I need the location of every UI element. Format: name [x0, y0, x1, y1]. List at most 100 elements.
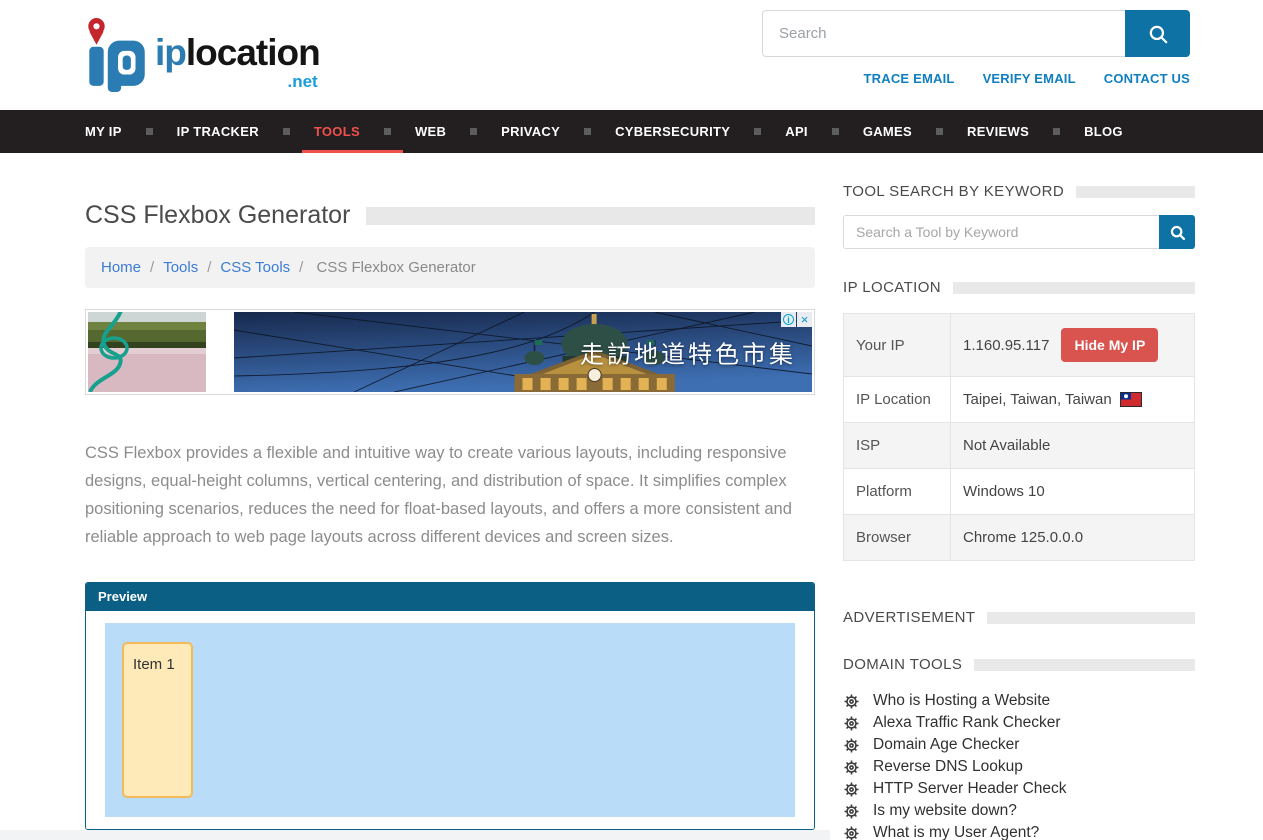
- domain-tool-label: HTTP Server Header Check: [873, 780, 1067, 798]
- sidebar: TOOL SEARCH BY KEYWORD IP LOCATION Your …: [843, 183, 1195, 840]
- platform-value: Windows 10: [951, 469, 1195, 515]
- nav-item-label: GAMES: [863, 124, 912, 139]
- nav-item[interactable]: BLOG: [1072, 110, 1135, 153]
- breadcrumb-pair: Home /: [101, 259, 163, 276]
- gear-icon: [843, 737, 860, 754]
- search-icon: [1147, 23, 1169, 45]
- logo-text: iplocation.net: [155, 32, 320, 74]
- breadcrumb: Home / Tools/CSS Tools / CSS Flexbox Genera…: [85, 247, 815, 288]
- heading-decoration-bar: [987, 612, 1195, 624]
- ad-caption: 走訪地道特色市集: [580, 335, 796, 370]
- ad-banner[interactable]: 走訪地道特色市集 i ×: [85, 309, 815, 395]
- domain-tool-label: Domain Age Checker: [873, 736, 1019, 754]
- ad-image-right: 走訪地道特色市集 i ×: [234, 312, 812, 392]
- advertisement-heading: ADVERTISEMENT: [843, 609, 1195, 626]
- nav-item-label: TOOLS: [314, 124, 360, 139]
- nav-item[interactable]: GAMES: [851, 110, 955, 153]
- nav-item-label: REVIEWS: [967, 124, 1029, 139]
- header-link[interactable]: VERIFY EMAIL: [983, 71, 1076, 86]
- breadcrumb-separator: /: [299, 259, 303, 276]
- table-row-isp: ISP Not Available: [844, 423, 1195, 469]
- search-icon: [1169, 224, 1186, 241]
- breadcrumb-link[interactable]: Tools: [163, 259, 198, 276]
- page-title: CSS Flexbox Generator: [85, 201, 350, 230]
- header-search: [762, 10, 1190, 57]
- nav-item[interactable]: API: [773, 110, 851, 153]
- breadcrumb-links: Home / Tools/CSS Tools /: [101, 259, 312, 276]
- isp-label: ISP: [844, 423, 951, 469]
- table-row-platform: Platform Windows 10: [844, 469, 1195, 515]
- nav-item[interactable]: WEB: [403, 110, 489, 153]
- ip-location-table: Your IP 1.160.95.117 Hide My IP IP Locati…: [843, 313, 1195, 561]
- breadcrumb-pair: Tools/: [163, 259, 220, 276]
- nav-list: MY IP IP TRACKER TOOLS WEB PRIVACY: [0, 110, 1263, 153]
- domain-tool-link[interactable]: Reverse DNS Lookup: [843, 756, 1195, 778]
- logo-text-ip: ip: [155, 32, 186, 73]
- nav-item[interactable]: CYBERSECURITY: [603, 110, 773, 153]
- adchoices: i ×: [781, 312, 812, 327]
- heading-decoration-bar: [1076, 186, 1195, 198]
- logo[interactable]: iplocation.net: [85, 16, 320, 92]
- nav-item[interactable]: TOOLS: [302, 110, 403, 153]
- ip-location-value: Taipei, Taiwan, Taiwan: [963, 391, 1112, 408]
- tool-search-heading: TOOL SEARCH BY KEYWORD: [843, 183, 1195, 200]
- tool-search-button[interactable]: [1159, 215, 1195, 249]
- your-ip-label: Your IP: [844, 314, 951, 377]
- browser-value: Chrome 125.0.0.0: [951, 515, 1195, 561]
- nav-item[interactable]: MY IP: [73, 110, 165, 153]
- nav-item-label: MY IP: [85, 124, 122, 139]
- title-decoration-bar: [366, 207, 815, 225]
- tool-search: [843, 215, 1195, 249]
- breadcrumb-current: CSS Flexbox Generator: [317, 259, 476, 276]
- flex-item-1[interactable]: Item 1: [122, 642, 193, 798]
- nav-item[interactable]: PRIVACY: [489, 110, 603, 153]
- hide-my-ip-button[interactable]: Hide My IP: [1061, 328, 1158, 362]
- nav-item-label: BLOG: [1084, 124, 1123, 139]
- gear-icon: [843, 715, 860, 732]
- taiwan-flag-icon: [1120, 392, 1142, 407]
- nav-item-label: WEB: [415, 124, 446, 139]
- ad-close-icon[interactable]: ×: [797, 312, 812, 327]
- header-link[interactable]: TRACE EMAIL: [864, 71, 955, 86]
- domain-tool-link[interactable]: What is my User Agent?: [843, 822, 1195, 840]
- table-row-ip-location: IP Location Taipei, Taiwan, Taiwan: [844, 377, 1195, 423]
- header-search-input[interactable]: [762, 10, 1125, 57]
- nav-item[interactable]: REVIEWS: [955, 110, 1072, 153]
- platform-label: Platform: [844, 469, 951, 515]
- domain-tools-heading: DOMAIN TOOLS: [843, 656, 1195, 673]
- gear-icon: [843, 781, 860, 798]
- breadcrumb-link[interactable]: CSS Tools: [220, 259, 290, 276]
- header-links: TRACE EMAIL VERIFY EMAIL CONTACT US: [762, 71, 1190, 86]
- logo-icon: [85, 16, 147, 92]
- preview-card-body: Item 1: [86, 611, 814, 829]
- header-link[interactable]: CONTACT US: [1104, 71, 1190, 86]
- heading-decoration-bar: [953, 282, 1195, 294]
- title-row: CSS Flexbox Generator: [85, 201, 815, 230]
- adchoices-info-icon[interactable]: i: [781, 312, 796, 327]
- header-search-button[interactable]: [1125, 10, 1190, 57]
- nav-item-label: PRIVACY: [501, 124, 560, 139]
- domain-tool-link[interactable]: Is my website down?: [843, 800, 1195, 822]
- domain-tool-link[interactable]: Who is Hosting a Website: [843, 690, 1195, 712]
- domain-tool-link[interactable]: Domain Age Checker: [843, 734, 1195, 756]
- table-row-browser: Browser Chrome 125.0.0.0: [844, 515, 1195, 561]
- isp-value: Not Available: [951, 423, 1195, 469]
- ip-location-label: IP Location: [844, 377, 951, 423]
- nav-item-label: IP TRACKER: [177, 124, 259, 139]
- main-column: CSS Flexbox Generator Home/Tools/CSS Too…: [85, 183, 815, 840]
- main-nav: MY IP IP TRACKER TOOLS WEB PRIVACY: [0, 110, 1263, 153]
- content: CSS Flexbox Generator Home/Tools/CSS Too…: [0, 153, 1263, 840]
- domain-tool-link[interactable]: Alexa Traffic Rank Checker: [843, 712, 1195, 734]
- flex-item-1-label: Item 1: [133, 656, 175, 673]
- nav-item[interactable]: IP TRACKER: [165, 110, 302, 153]
- domain-tools-list: Who is Hosting a Website: [843, 690, 1195, 840]
- tool-search-input[interactable]: [843, 215, 1159, 249]
- table-row-your-ip: Your IP 1.160.95.117 Hide My IP: [844, 314, 1195, 377]
- breadcrumb-link[interactable]: Home: [101, 259, 141, 276]
- breadcrumb-separator: /: [150, 259, 154, 276]
- domain-tool-label: Is my website down?: [873, 802, 1017, 820]
- gear-icon: [843, 759, 860, 776]
- domain-tool-label: Alexa Traffic Rank Checker: [873, 714, 1061, 732]
- domain-tool-link[interactable]: HTTP Server Header Check: [843, 778, 1195, 800]
- your-ip-value: 1.160.95.117: [963, 337, 1049, 354]
